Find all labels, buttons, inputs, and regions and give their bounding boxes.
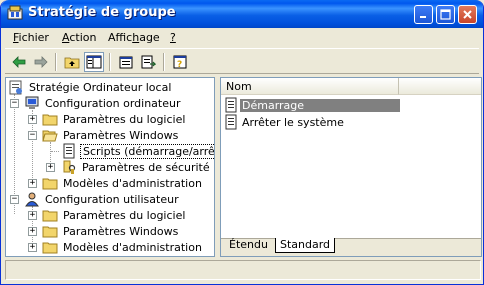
- open-folder-icon: [42, 130, 58, 142]
- tree-user-config[interactable]: Configuration utilisateur: [24, 191, 181, 207]
- scripts-icon: [63, 143, 75, 159]
- list-item-label: Arrêter le système: [242, 115, 344, 129]
- expand-toggle[interactable]: +: [28, 227, 37, 236]
- tree-security[interactable]: Paramètres de sécurité: [61, 159, 212, 175]
- status-bar: [5, 260, 481, 280]
- minimize-button[interactable]: [414, 5, 433, 24]
- maximize-button[interactable]: [436, 5, 455, 24]
- tree-scripts-label: Scripts (démarrage/arrêt): [80, 143, 214, 159]
- tree-user-config-label: Configuration utilisateur: [45, 192, 179, 206]
- forward-button[interactable]: [31, 52, 51, 72]
- script-icon: [225, 97, 237, 113]
- menu-help-label: ?: [170, 31, 176, 44]
- tree-line: [51, 151, 59, 153]
- tree-user-software[interactable]: Paramètres du logiciel: [42, 207, 187, 223]
- forward-icon: [34, 56, 48, 68]
- tab-extended[interactable]: Étendu: [225, 238, 272, 253]
- export-list-icon: [141, 55, 156, 69]
- toolbar-separator: [55, 53, 57, 71]
- properties-button[interactable]: [116, 52, 136, 72]
- close-icon: [463, 10, 472, 19]
- menu-bar: Fichier Action Affichage ?: [5, 29, 479, 47]
- tab-extended-label: Étendu: [229, 238, 268, 251]
- collapse-toggle[interactable]: −: [28, 131, 37, 140]
- show-hide-tree-button[interactable]: [84, 52, 104, 72]
- menu-action[interactable]: Action: [62, 31, 96, 44]
- tree-user-software-label: Paramètres du logiciel: [63, 208, 186, 222]
- minimize-icon: [420, 16, 426, 18]
- expand-toggle[interactable]: +: [46, 163, 55, 172]
- toolbar: ?: [5, 48, 479, 74]
- help-button[interactable]: ?: [170, 52, 190, 72]
- folder-icon: [42, 242, 58, 254]
- folder-icon: [42, 210, 58, 222]
- console-tree[interactable]: Stratégie Ordinateur local − Configurati…: [5, 77, 215, 257]
- group-policy-icon: [7, 5, 23, 20]
- menu-affichage-label: Affichage: [108, 31, 160, 44]
- maximize-icon: [440, 9, 451, 20]
- menu-fichier-label: Fichier: [13, 31, 49, 44]
- expand-toggle[interactable]: +: [28, 115, 37, 124]
- expand-toggle[interactable]: +: [28, 243, 37, 252]
- svg-text:?: ?: [177, 60, 182, 70]
- tree-root-label: Stratégie Ordinateur local: [29, 80, 172, 94]
- back-button[interactable]: [9, 52, 29, 72]
- tree-user-windows[interactable]: Paramètres Windows: [42, 223, 180, 239]
- tree-computer-admin[interactable]: Modèles d'administration: [42, 175, 204, 191]
- expand-toggle[interactable]: +: [28, 211, 37, 220]
- list-item-demarrage[interactable]: Démarrage: [223, 97, 400, 113]
- tree-scripts[interactable]: Scripts (démarrage/arrêt): [61, 143, 214, 159]
- tree-computer-config-label: Configuration ordinateur: [45, 96, 181, 110]
- toolbar-separator: [163, 53, 165, 71]
- column-header-name-label: Nom: [226, 80, 252, 93]
- help-icon: ?: [173, 55, 187, 70]
- window-title: Stratégie de groupe: [28, 5, 176, 20]
- tree-computer-windows-label: Paramètres Windows: [63, 128, 179, 142]
- tree-root[interactable]: Stratégie Ordinateur local: [8, 79, 173, 95]
- script-icon: [225, 114, 237, 130]
- tab-standard[interactable]: Standard: [275, 238, 336, 253]
- column-header-name[interactable]: Nom: [221, 78, 399, 95]
- close-button[interactable]: [458, 5, 477, 24]
- collapse-toggle[interactable]: −: [10, 195, 19, 204]
- menu-action-label: Action: [62, 31, 97, 44]
- tree-user-admin[interactable]: Modèles d'administration: [42, 239, 204, 255]
- menu-fichier[interactable]: Fichier: [13, 31, 49, 44]
- title-bar[interactable]: Stratégie de groupe: [1, 0, 483, 28]
- tree-user-admin-label: Modèles d'administration: [63, 240, 202, 254]
- show-hide-tree-icon: [86, 55, 102, 69]
- computer-icon: [25, 96, 39, 109]
- tree-computer-admin-label: Modèles d'administration: [63, 176, 202, 190]
- view-tabs: Étendu Standard: [221, 238, 481, 256]
- toolbar-separator: [109, 53, 111, 71]
- tree-computer-software[interactable]: Paramètres du logiciel: [42, 111, 187, 127]
- menu-affichage[interactable]: Affichage: [108, 31, 160, 44]
- properties-icon: [119, 56, 133, 69]
- details-pane[interactable]: Nom Démarrage Arrêter le système Étendu …: [220, 77, 482, 257]
- up-folder-button[interactable]: [62, 52, 82, 72]
- tree-computer-software-label: Paramètres du logiciel: [63, 112, 186, 126]
- tab-standard-label: Standard: [280, 238, 331, 251]
- folder-icon: [42, 226, 58, 238]
- local-computer-policy-icon: [9, 80, 22, 95]
- user-icon: [25, 192, 39, 207]
- collapse-toggle[interactable]: −: [10, 99, 19, 108]
- security-icon: [63, 160, 76, 174]
- status-cell: [5, 260, 481, 280]
- menu-help[interactable]: ?: [170, 31, 176, 44]
- expand-toggle[interactable]: +: [28, 179, 37, 188]
- tree-computer-config[interactable]: Configuration ordinateur: [24, 95, 182, 111]
- folder-icon: [42, 178, 58, 190]
- back-icon: [12, 56, 26, 68]
- tree-computer-windows[interactable]: Paramètres Windows: [42, 127, 180, 143]
- tree-security-label: Paramètres de sécurité: [82, 160, 210, 174]
- export-list-button[interactable]: [138, 52, 158, 72]
- list-item-arreter[interactable]: Arrêter le système: [223, 114, 346, 130]
- folder-icon: [42, 114, 58, 126]
- column-header-empty: [399, 78, 481, 95]
- tree-user-windows-label: Paramètres Windows: [63, 224, 179, 238]
- list-item-label: Démarrage: [240, 98, 400, 112]
- group-policy-window: Stratégie de groupe Fichier Action Affic…: [0, 0, 484, 285]
- up-folder-icon: [64, 57, 80, 69]
